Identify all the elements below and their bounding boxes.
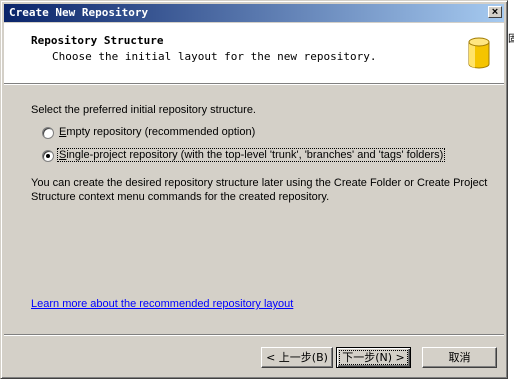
page-title: Repository Structure: [31, 34, 164, 47]
structure-prompt: Select the preferred initial repository …: [31, 104, 256, 116]
next-button[interactable]: 下一步(N) >: [336, 347, 411, 368]
create-repository-dialog: Create New Repository × Repository Struc…: [0, 0, 508, 379]
button-separator: [4, 334, 504, 336]
page-subtitle: Choose the initial layout for the new re…: [52, 50, 377, 63]
close-icon: ×: [491, 6, 499, 18]
title-bar[interactable]: Create New Repository ×: [4, 4, 504, 22]
focus-rectangle: [339, 350, 408, 365]
cancel-button[interactable]: 取消: [422, 347, 497, 368]
back-button[interactable]: < 上一步(B): [261, 347, 333, 368]
wizard-header: Repository Structure Choose the initial …: [4, 23, 504, 85]
window-title: Create New Repository: [9, 6, 149, 19]
background-text-fragment: 固: [508, 34, 514, 45]
single-project-repository-radio[interactable]: [42, 150, 54, 162]
structure-note: You can create the desired repository st…: [31, 177, 488, 203]
repository-database-icon: [468, 37, 490, 69]
empty-repository-label[interactable]: Empty repository (recommended option): [58, 126, 256, 138]
wizard-content: Select the preferred initial repository …: [4, 85, 504, 335]
learn-more-link[interactable]: Learn more about the recommended reposit…: [31, 298, 293, 310]
empty-repository-radio[interactable]: [42, 127, 54, 139]
desktop-background: [508, 0, 514, 379]
close-button[interactable]: ×: [488, 6, 502, 18]
single-project-repository-label[interactable]: Single-project repository (with the top-…: [56, 148, 446, 162]
